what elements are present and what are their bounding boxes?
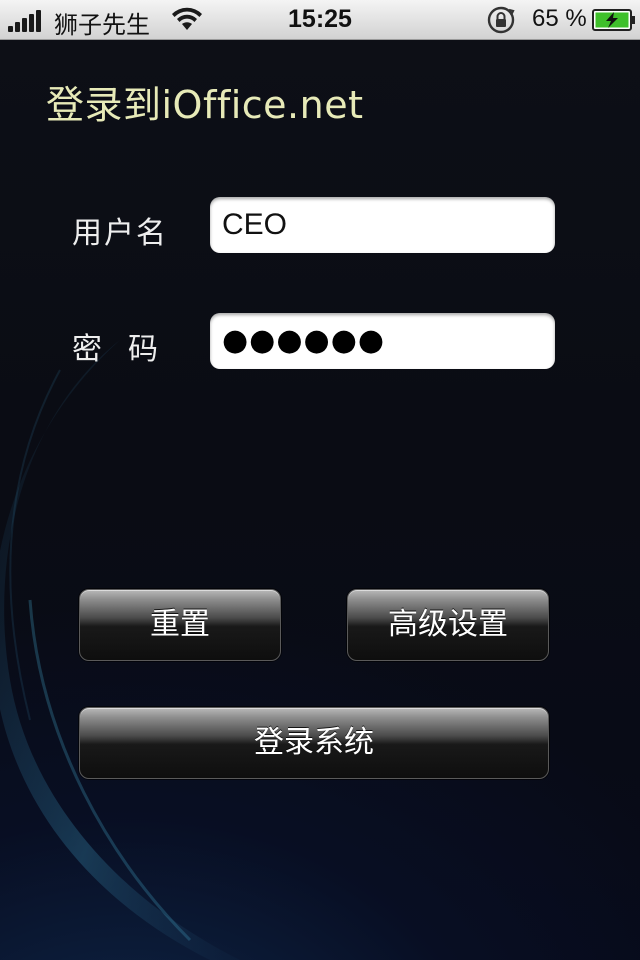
username-field[interactable] xyxy=(210,197,555,253)
reset-button[interactable]: 重置 xyxy=(79,589,281,661)
username-input[interactable] xyxy=(222,197,543,253)
advanced-settings-button[interactable]: 高级设置 xyxy=(347,589,549,661)
username-label: 用户名 xyxy=(72,216,168,251)
password-input[interactable]: ●●●●●● xyxy=(222,313,543,369)
status-bar: 狮子先生 15:25 65 % xyxy=(0,0,640,40)
background-swoosh xyxy=(0,340,240,960)
rotation-lock-icon xyxy=(487,6,515,34)
login-button[interactable]: 登录系统 xyxy=(79,707,549,779)
login-screen: 登录到iOffice.net 用户名 密码 ●●●●●● 重置 高级设置 登录系… xyxy=(0,40,640,960)
battery-charging-icon xyxy=(592,9,635,31)
battery-percent: 65 % xyxy=(532,5,587,32)
password-label: 密码 xyxy=(72,332,184,367)
password-field[interactable]: ●●●●●● xyxy=(210,313,555,369)
page-title: 登录到iOffice.net xyxy=(46,83,364,127)
